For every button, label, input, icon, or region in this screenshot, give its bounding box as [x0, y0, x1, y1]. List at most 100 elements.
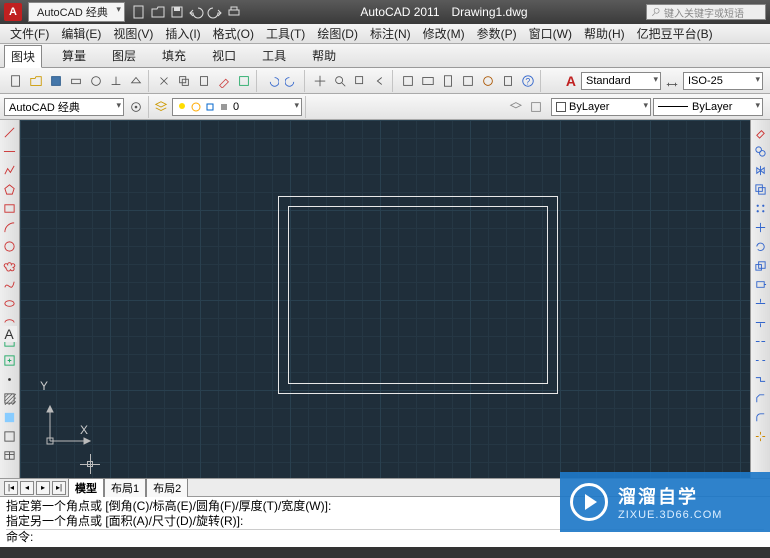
circle-icon[interactable]: [2, 238, 18, 254]
xline-icon[interactable]: [2, 143, 18, 159]
tab-help[interactable]: 帮助: [306, 45, 342, 66]
workspace-dropdown-2[interactable]: AutoCAD 经典: [4, 98, 124, 116]
help-icon[interactable]: ?: [519, 72, 537, 90]
layer-state-icon[interactable]: [527, 98, 545, 116]
chamfer-icon[interactable]: [753, 390, 769, 406]
break-at-point-icon[interactable]: [753, 333, 769, 349]
menu-modify[interactable]: 修改(M): [417, 25, 471, 42]
extend-icon[interactable]: [753, 314, 769, 330]
undo-icon[interactable]: [263, 72, 281, 90]
3ddwf-icon[interactable]: [127, 72, 145, 90]
tab-nav-prev[interactable]: ◂: [20, 481, 34, 495]
tab-block[interactable]: 图块: [4, 45, 42, 68]
mtext-icon[interactable]: A: [1, 326, 17, 342]
layer-properties-icon[interactable]: [152, 98, 170, 116]
open-icon[interactable]: [27, 72, 45, 90]
block-editor-icon[interactable]: [235, 72, 253, 90]
menu-edit[interactable]: 编辑(E): [55, 25, 107, 42]
region-icon[interactable]: [2, 428, 18, 444]
quickcalc-icon[interactable]: [499, 72, 517, 90]
redo-icon[interactable]: [283, 72, 301, 90]
menu-tools[interactable]: 工具(T): [260, 25, 311, 42]
qat-redo-icon[interactable]: [207, 4, 223, 20]
arc-icon[interactable]: [2, 219, 18, 235]
gradient-icon[interactable]: [2, 409, 18, 425]
linetype-dropdown[interactable]: ByLayer: [653, 98, 763, 116]
menu-ebd[interactable]: 亿把豆平台(B): [631, 25, 719, 42]
copy-obj-icon[interactable]: [753, 143, 769, 159]
paste-icon[interactable]: [195, 72, 213, 90]
cut-icon[interactable]: [155, 72, 173, 90]
erase-icon[interactable]: [753, 124, 769, 140]
revcloud-icon[interactable]: [2, 257, 18, 273]
menu-format[interactable]: 格式(O): [207, 25, 260, 42]
design-center-icon[interactable]: [419, 72, 437, 90]
offset-icon[interactable]: [753, 181, 769, 197]
app-icon[interactable]: A: [4, 3, 22, 21]
copy-icon[interactable]: [175, 72, 193, 90]
rectangle-icon[interactable]: [2, 200, 18, 216]
break-icon[interactable]: [753, 352, 769, 368]
help-search[interactable]: 键入关键字或短语: [646, 4, 766, 20]
menu-insert[interactable]: 插入(I): [159, 25, 206, 42]
menu-file[interactable]: 文件(F): [4, 25, 55, 42]
tab-quantity[interactable]: 算量: [56, 45, 92, 66]
move-icon[interactable]: [753, 219, 769, 235]
tab-nav-next[interactable]: ▸: [36, 481, 50, 495]
dimstyle-dropdown[interactable]: ISO-25: [683, 72, 763, 90]
rotate-icon[interactable]: [753, 238, 769, 254]
matchprop-icon[interactable]: [215, 72, 233, 90]
publish-icon[interactable]: [107, 72, 125, 90]
tab-nav-first[interactable]: |◂: [4, 481, 18, 495]
tab-nav-last[interactable]: ▸|: [52, 481, 66, 495]
explode-icon[interactable]: [753, 428, 769, 444]
tab-tools[interactable]: 工具: [256, 45, 292, 66]
plot-preview-icon[interactable]: [87, 72, 105, 90]
layer-prev-icon[interactable]: [506, 98, 524, 116]
fillet-icon[interactable]: [753, 409, 769, 425]
zoom-icon[interactable]: [331, 72, 349, 90]
tab-layout1[interactable]: 布局1: [104, 478, 146, 497]
qat-print-icon[interactable]: [226, 4, 242, 20]
menu-window[interactable]: 窗口(W): [523, 25, 578, 42]
workspace-settings-icon[interactable]: [127, 98, 145, 116]
scale-icon[interactable]: [753, 257, 769, 273]
polyline-icon[interactable]: [2, 162, 18, 178]
color-dropdown[interactable]: ByLayer: [551, 98, 651, 116]
menu-help[interactable]: 帮助(H): [578, 25, 631, 42]
new-icon[interactable]: [7, 72, 25, 90]
print-icon[interactable]: [67, 72, 85, 90]
drawing-canvas[interactable]: Y X: [20, 120, 750, 478]
array-icon[interactable]: [753, 200, 769, 216]
trim-icon[interactable]: [753, 295, 769, 311]
tool-palettes-icon[interactable]: [439, 72, 457, 90]
hatch-icon[interactable]: [2, 390, 18, 406]
ellipse-icon[interactable]: [2, 295, 18, 311]
command-input[interactable]: [37, 531, 764, 545]
qat-open-icon[interactable]: [150, 4, 166, 20]
zoom-window-icon[interactable]: [351, 72, 369, 90]
tab-viewport[interactable]: 视口: [206, 45, 242, 66]
polygon-icon[interactable]: [2, 181, 18, 197]
qat-new-icon[interactable]: [131, 4, 147, 20]
workspace-dropdown[interactable]: AutoCAD 经典: [28, 2, 125, 22]
menu-dimension[interactable]: 标注(N): [364, 25, 417, 42]
qat-save-icon[interactable]: [169, 4, 185, 20]
table-icon[interactable]: [2, 447, 18, 463]
spline-icon[interactable]: [2, 276, 18, 292]
tab-model[interactable]: 模型: [68, 478, 104, 497]
menu-draw[interactable]: 绘图(D): [311, 25, 364, 42]
menu-parametric[interactable]: 参数(P): [471, 25, 523, 42]
qat-undo-icon[interactable]: [188, 4, 204, 20]
layer-dropdown[interactable]: 0: [172, 98, 302, 116]
pan-icon[interactable]: [311, 72, 329, 90]
menu-view[interactable]: 视图(V): [107, 25, 159, 42]
markup-icon[interactable]: [479, 72, 497, 90]
tab-hatch[interactable]: 填充: [156, 45, 192, 66]
mirror-icon[interactable]: [753, 162, 769, 178]
textstyle-dropdown[interactable]: Standard: [581, 72, 661, 90]
point-icon[interactable]: [2, 371, 18, 387]
properties-icon[interactable]: [399, 72, 417, 90]
tab-layout2[interactable]: 布局2: [146, 478, 188, 497]
save-icon[interactable]: [47, 72, 65, 90]
